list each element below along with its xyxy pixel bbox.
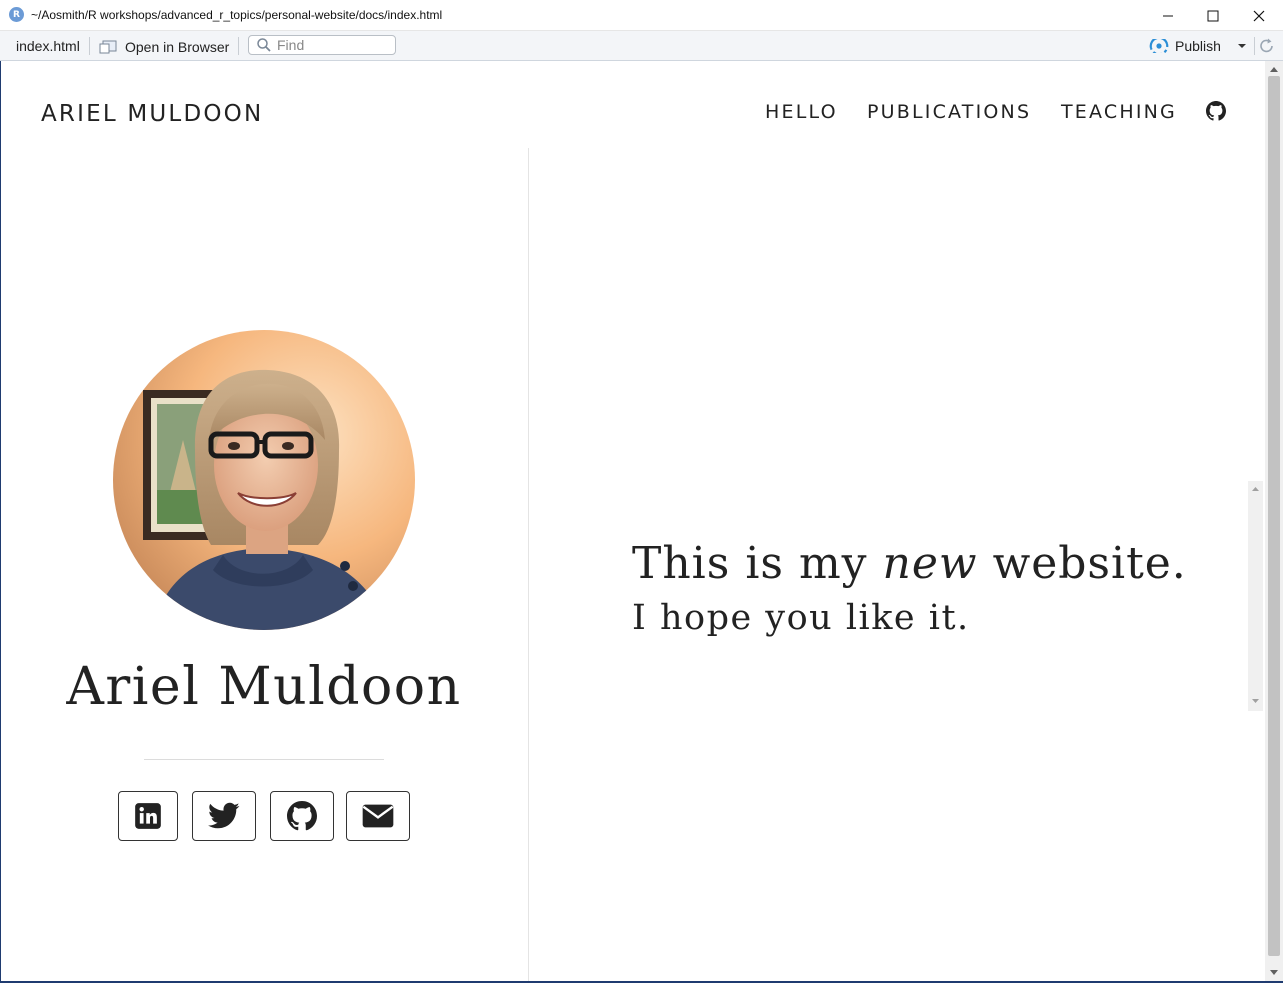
hero-suffix: website. xyxy=(977,538,1187,589)
maximize-button[interactable] xyxy=(1190,0,1236,31)
r-app-icon: R xyxy=(9,7,24,22)
close-button[interactable] xyxy=(1236,0,1282,31)
inner-scroll-arrows-icon xyxy=(1252,487,1259,703)
filename-label: index.html xyxy=(16,38,80,54)
linkedin-button[interactable] xyxy=(118,791,178,841)
publish-label: Publish xyxy=(1175,38,1221,54)
hero-heading: This is my new website. xyxy=(632,538,1187,589)
r-app-icon-letter: R xyxy=(13,9,20,20)
close-icon xyxy=(1253,10,1265,21)
site-viewport: ARIEL MULDOON HELLO PUBLICATIONS TEACHIN… xyxy=(1,61,1265,982)
toolbar-separator xyxy=(1254,37,1255,55)
person-name: Ariel Muldoon xyxy=(66,657,462,717)
open-in-browser-icon xyxy=(99,40,117,54)
search-icon xyxy=(257,38,271,52)
email-icon xyxy=(362,804,394,828)
column-divider xyxy=(528,148,529,982)
viewer-toolbar: index.html Open in Browser Publish xyxy=(0,31,1283,61)
publish-icon xyxy=(1149,39,1169,53)
window-border xyxy=(0,61,1,983)
scroll-up-icon[interactable] xyxy=(1265,63,1283,75)
chevron-down-icon[interactable] xyxy=(1235,41,1249,51)
github-icon xyxy=(287,801,317,831)
inner-scrollbar[interactable] xyxy=(1248,481,1263,711)
scroll-down-icon[interactable] xyxy=(1265,967,1283,979)
minimize-icon xyxy=(1163,15,1173,16)
scrollbar-thumb[interactable] xyxy=(1268,76,1280,956)
publish-button[interactable]: Publish xyxy=(1149,37,1249,55)
find-input[interactable] xyxy=(277,37,387,53)
profile-photo xyxy=(113,330,415,630)
hero-emphasis: new xyxy=(882,538,978,589)
hero-subheading: I hope you like it. xyxy=(632,598,970,638)
toolbar-separator xyxy=(89,37,90,55)
avatar xyxy=(113,330,415,630)
github-button[interactable] xyxy=(270,791,334,841)
window-titlebar: R ~/Aosmith/R workshops/advanced_r_topic… xyxy=(0,0,1283,31)
linkedin-icon xyxy=(135,803,161,829)
nav-publications[interactable]: PUBLICATIONS xyxy=(867,101,1031,123)
twitter-button[interactable] xyxy=(192,791,256,841)
toolbar-separator xyxy=(238,37,239,55)
open-in-browser-button[interactable]: Open in Browser xyxy=(99,39,229,55)
nav-hello[interactable]: HELLO xyxy=(765,101,838,123)
hero-prefix: This is my xyxy=(632,538,883,589)
github-icon[interactable] xyxy=(1206,101,1226,121)
find-field[interactable] xyxy=(248,35,396,55)
name-underline xyxy=(144,759,384,760)
window-title: ~/Aosmith/R workshops/advanced_r_topics/… xyxy=(31,8,443,22)
open-in-browser-label: Open in Browser xyxy=(125,39,230,55)
maximize-icon xyxy=(1207,10,1219,21)
viewer-scrollbar[interactable] xyxy=(1265,61,1283,981)
refresh-icon[interactable] xyxy=(1258,37,1276,55)
minimize-button[interactable] xyxy=(1145,0,1191,31)
site-brand[interactable]: ARIEL MULDOON xyxy=(41,101,263,127)
nav-teaching[interactable]: TEACHING xyxy=(1061,101,1177,123)
email-button[interactable] xyxy=(346,791,410,841)
twitter-icon xyxy=(208,802,240,829)
